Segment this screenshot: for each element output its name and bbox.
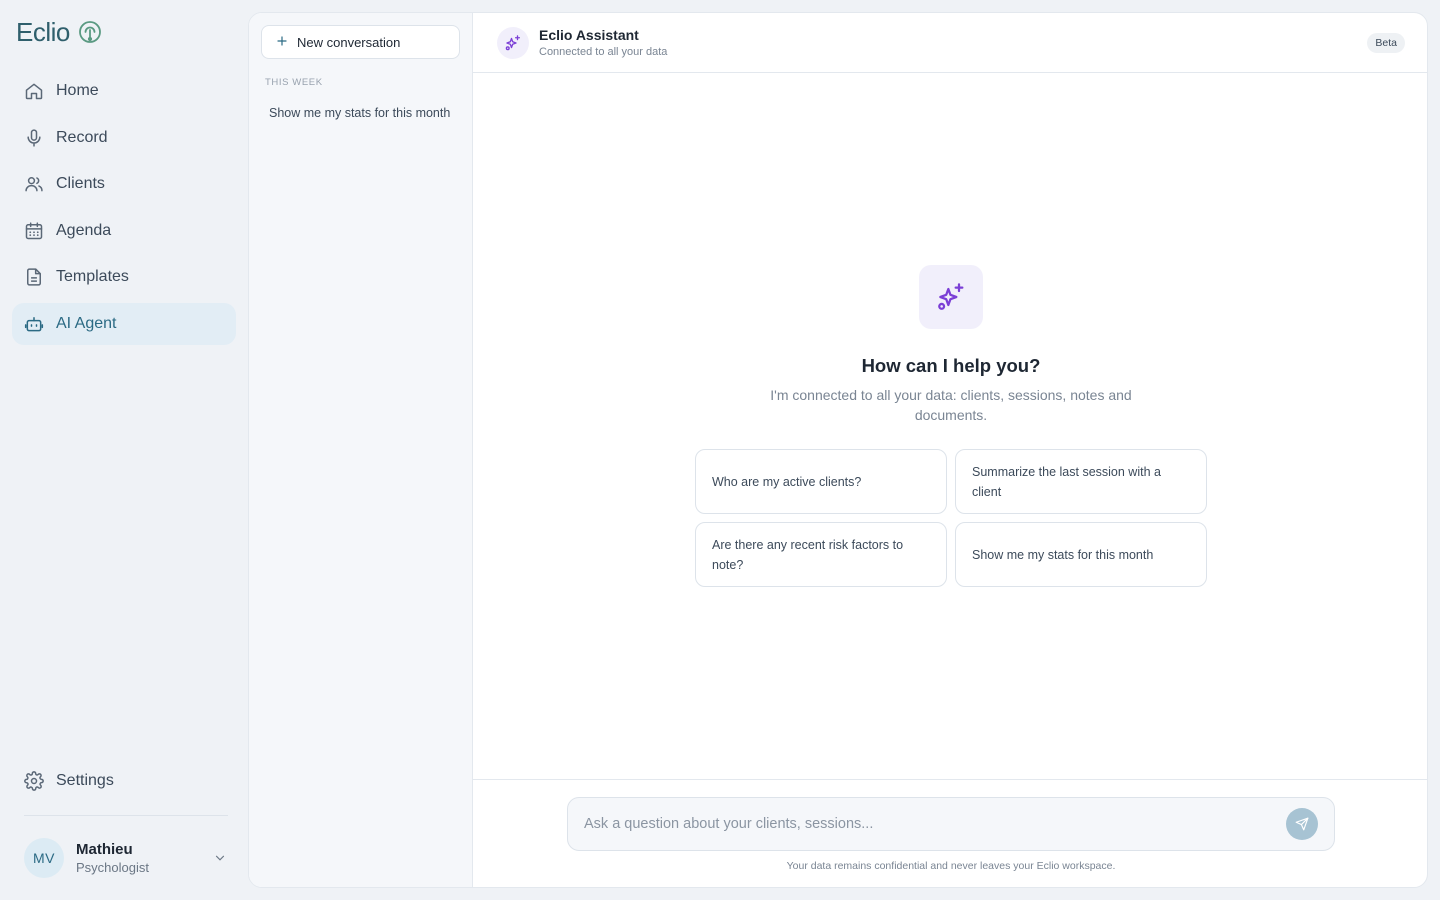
- nav-item-label: Record: [56, 128, 108, 146]
- new-conversation-button[interactable]: New conversation: [261, 25, 460, 59]
- nav-item-clients[interactable]: Clients: [12, 163, 236, 205]
- nav-item-label: Home: [56, 82, 99, 99]
- suggestion-card[interactable]: Summarize the last session with a client: [955, 449, 1207, 514]
- history-section-label: THIS WEEK: [265, 77, 323, 88]
- chevron-down-icon[interactable]: [212, 850, 228, 866]
- nav-item-home[interactable]: Home: [12, 70, 236, 112]
- suggestion-card[interactable]: Who are my active clients?: [695, 449, 947, 514]
- sparkles-icon: [919, 265, 983, 329]
- calendar-icon: [24, 221, 44, 241]
- microphone-icon: [24, 128, 44, 148]
- nav-item-settings[interactable]: Settings: [12, 760, 236, 802]
- nav-item-label: Agenda: [56, 221, 112, 239]
- send-button[interactable]: [1286, 808, 1318, 840]
- empty-state-subtitle: I'm connected to all your data: clients,…: [770, 387, 1132, 423]
- beta-badge: Beta: [1367, 33, 1405, 53]
- send-icon: [1295, 817, 1309, 831]
- chat-header: Eclio Assistant Connected to all your da…: [473, 13, 1427, 73]
- sparkles-icon: [497, 27, 529, 59]
- nav-list: Home Record Clients Agenda Templates AI …: [12, 70, 236, 350]
- avatar: MV: [24, 838, 64, 878]
- nav-item-record[interactable]: Record: [12, 117, 236, 159]
- nav-item-ai-agent[interactable]: AI Agent: [12, 302, 236, 345]
- nav-item-label: Templates: [56, 268, 129, 286]
- gear-icon: [24, 771, 44, 791]
- document-icon: [24, 267, 44, 287]
- nav-item-label: Clients: [56, 175, 105, 193]
- empty-state-title: How can I help you?: [861, 355, 1041, 376]
- user-name: Mathieu: [76, 841, 133, 858]
- main-nav: Eclio Home Record Clients Agenda Templat…: [0, 0, 248, 900]
- conversation-history: New conversation THIS WEEK Show me my st…: [249, 13, 473, 887]
- user-menu[interactable]: MV Mathieu Psychologist: [24, 838, 228, 878]
- new-conversation-label: New conversation: [297, 34, 401, 50]
- nav-item-label: AI Agent: [56, 314, 117, 332]
- nav-divider: [24, 815, 228, 816]
- composer: [567, 797, 1335, 851]
- assistant-subtitle: Connected to all your data: [539, 46, 668, 58]
- assistant-name: Eclio Assistant: [539, 27, 639, 43]
- history-item[interactable]: Show me my stats for this month: [261, 101, 460, 125]
- users-icon: [24, 174, 44, 194]
- nav-item-templates[interactable]: Templates: [12, 256, 236, 298]
- plus-icon: [276, 35, 288, 50]
- nav-item-agenda[interactable]: Agenda: [12, 210, 236, 252]
- main-panel: New conversation THIS WEEK Show me my st…: [248, 12, 1428, 888]
- robot-icon: [24, 314, 44, 334]
- logo-text: Eclio: [16, 16, 70, 47]
- chat-input[interactable]: [584, 798, 1274, 850]
- suggestion-card[interactable]: Are there any recent risk factors to not…: [695, 522, 947, 587]
- composer-area: Your data remains confidential and never…: [473, 779, 1427, 887]
- chat-area: Eclio Assistant Connected to all your da…: [473, 13, 1427, 887]
- home-icon: [24, 81, 44, 101]
- user-role: Psychologist: [76, 860, 149, 875]
- nav-item-label: Settings: [56, 772, 114, 789]
- logo-mark-icon: [78, 20, 102, 44]
- user-info: Mathieu Psychologist: [76, 841, 212, 875]
- app-logo[interactable]: Eclio: [16, 16, 102, 48]
- suggestion-card[interactable]: Show me my stats for this month: [955, 522, 1207, 587]
- nav-settings-wrap: Settings: [12, 760, 236, 807]
- privacy-disclaimer: Your data remains confidential and never…: [786, 860, 1116, 872]
